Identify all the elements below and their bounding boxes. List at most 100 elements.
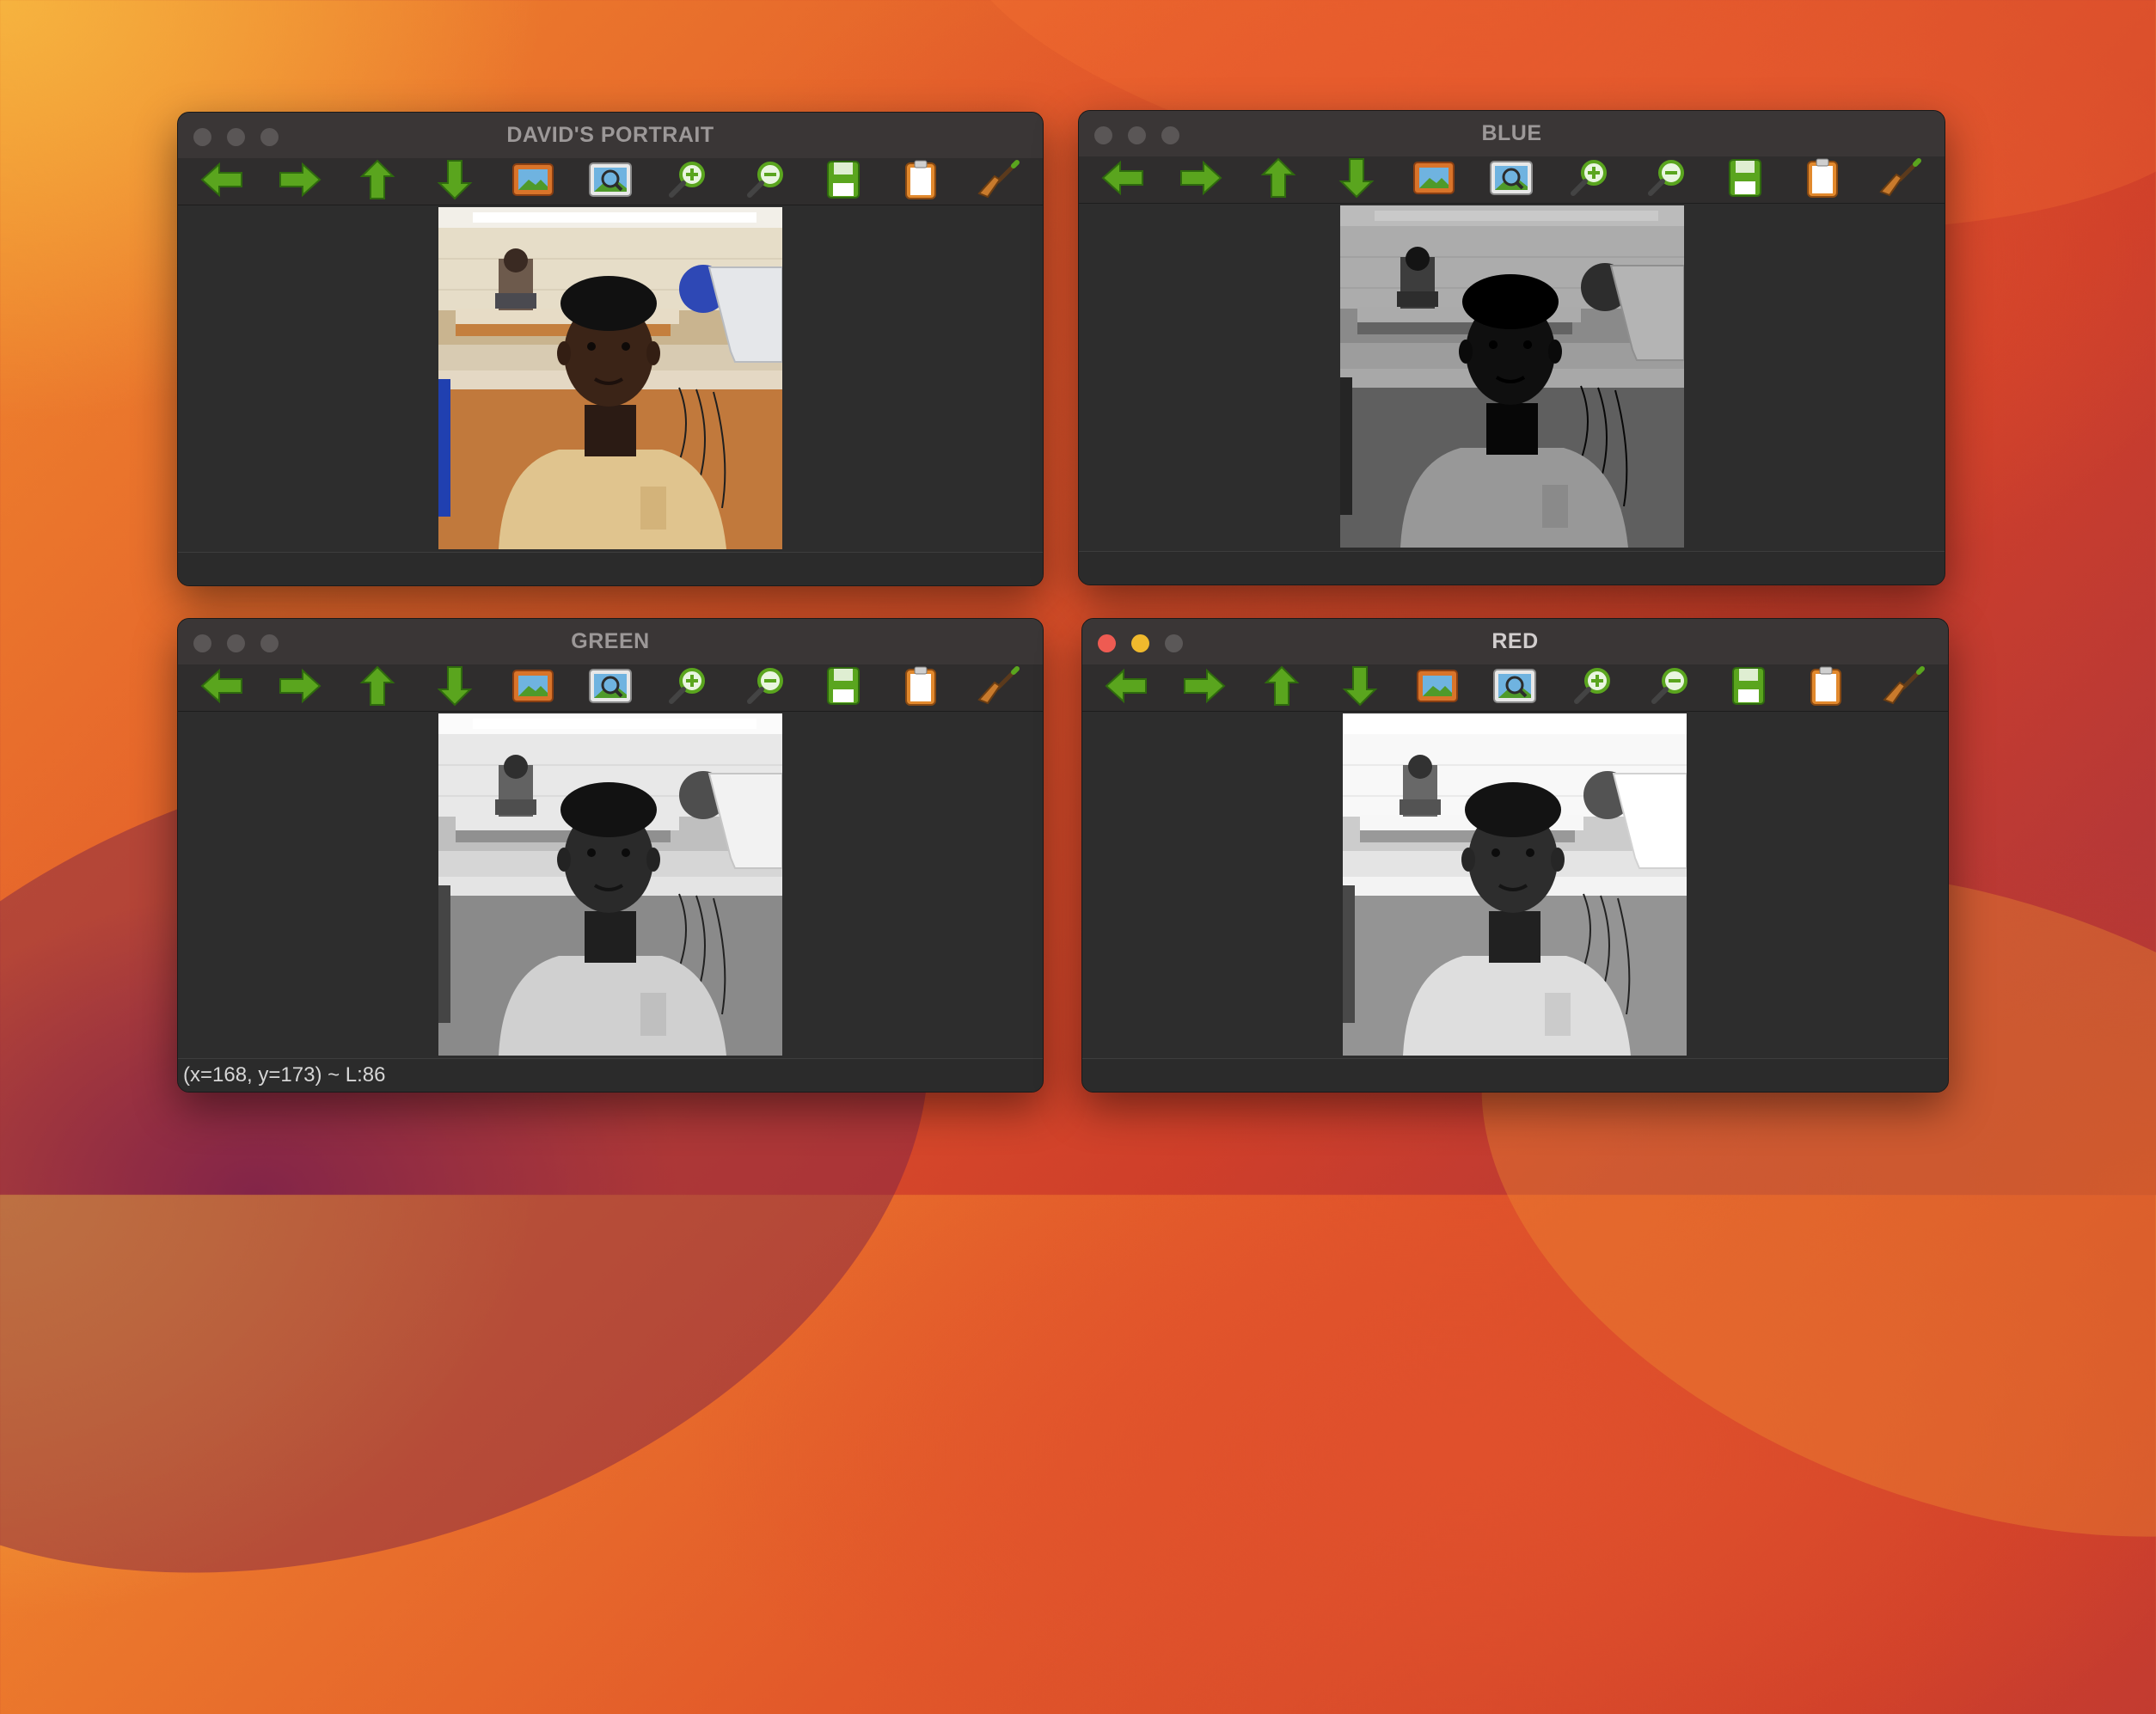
broom-icon xyxy=(1881,665,1927,711)
arrow-right-button[interactable] xyxy=(275,160,325,203)
clipboard-button[interactable] xyxy=(1801,666,1851,709)
red-channel-image xyxy=(1343,713,1687,1056)
title-bar[interactable]: RED xyxy=(1082,619,1948,665)
zoom-fit-button[interactable] xyxy=(1486,158,1536,201)
zoom-in-button[interactable] xyxy=(1565,158,1614,201)
arrow-up-button[interactable] xyxy=(1257,665,1307,711)
toolbar xyxy=(178,664,1043,712)
arrow-right-button[interactable] xyxy=(275,666,325,709)
arrow-down-button[interactable] xyxy=(1335,665,1385,711)
arrow-up-icon xyxy=(1255,157,1302,203)
status-bar xyxy=(1082,1058,1948,1092)
arrow-left-button[interactable] xyxy=(1098,158,1148,201)
window-title: RED xyxy=(1491,629,1539,653)
arrow-down-icon xyxy=(1337,665,1383,711)
arrow-right-button[interactable] xyxy=(1179,666,1229,709)
zoom-in-icon xyxy=(665,665,711,711)
clipboard-icon xyxy=(1803,665,1849,711)
portrait-image xyxy=(438,207,782,549)
title-bar[interactable]: DAVID'S PORTRAIT xyxy=(178,113,1043,159)
image-canvas[interactable] xyxy=(1079,204,1945,551)
clipboard-icon xyxy=(1799,157,1846,203)
image-button[interactable] xyxy=(1409,158,1459,201)
window-davids-portrait[interactable]: DAVID'S PORTRAIT xyxy=(177,112,1044,586)
save-button[interactable] xyxy=(1724,666,1773,709)
zoom-fit-icon xyxy=(587,665,634,711)
arrow-up-button[interactable] xyxy=(1253,157,1303,203)
window-green[interactable]: GREEN (x=168, y=173) ~ L:86 xyxy=(177,618,1044,1093)
image-canvas[interactable] xyxy=(1082,712,1948,1059)
save-button[interactable] xyxy=(818,666,868,709)
status-bar xyxy=(1079,551,1945,585)
image-icon xyxy=(510,665,556,711)
green-channel-image xyxy=(438,713,782,1056)
save-button[interactable] xyxy=(1720,158,1770,201)
arrow-left-icon xyxy=(1099,157,1146,203)
zoom-in-icon xyxy=(665,159,711,205)
image-canvas[interactable] xyxy=(178,205,1043,553)
clipboard-button[interactable] xyxy=(1798,158,1847,201)
status-bar: (x=168, y=173) ~ L:86 xyxy=(178,1058,1043,1092)
save-button[interactable] xyxy=(818,160,868,203)
portrait-scene xyxy=(1343,713,1687,1056)
arrow-right-icon xyxy=(277,665,323,711)
title-bar[interactable]: GREEN xyxy=(178,619,1043,665)
zoom-fit-button[interactable] xyxy=(585,160,635,203)
zoom-in-button[interactable] xyxy=(1568,666,1618,709)
arrow-down-button[interactable] xyxy=(430,159,480,205)
image-icon xyxy=(510,159,556,205)
image-icon xyxy=(1411,157,1457,203)
arrow-up-icon xyxy=(1259,665,1305,711)
arrow-up-button[interactable] xyxy=(352,665,402,709)
zoom-fit-icon xyxy=(1491,665,1538,711)
toolbar xyxy=(1079,156,1945,204)
window-blue[interactable]: BLUE xyxy=(1078,110,1945,585)
save-icon xyxy=(820,159,867,205)
clipboard-button[interactable] xyxy=(896,160,946,203)
broom-button[interactable] xyxy=(974,159,1024,203)
clipboard-button[interactable] xyxy=(896,666,946,709)
window-title: BLUE xyxy=(1481,121,1542,145)
arrow-left-button[interactable] xyxy=(197,160,247,203)
title-bar[interactable]: BLUE xyxy=(1079,111,1945,157)
arrow-left-button[interactable] xyxy=(197,666,247,709)
zoom-out-button[interactable] xyxy=(741,160,791,203)
window-title: DAVID'S PORTRAIT xyxy=(506,123,714,147)
window-red[interactable]: RED xyxy=(1081,618,1949,1093)
arrow-right-button[interactable] xyxy=(1176,158,1226,201)
broom-button[interactable] xyxy=(974,665,1024,709)
broom-button[interactable] xyxy=(1879,665,1929,711)
arrow-down-icon xyxy=(432,159,478,205)
zoom-out-button[interactable] xyxy=(1642,158,1692,201)
broom-button[interactable] xyxy=(1876,157,1926,203)
broom-icon xyxy=(1877,157,1924,203)
arrow-down-button[interactable] xyxy=(1332,157,1381,201)
zoom-out-button[interactable] xyxy=(1645,666,1695,709)
zoom-fit-icon xyxy=(587,159,634,205)
zoom-fit-button[interactable] xyxy=(1490,666,1540,709)
image-icon xyxy=(1414,665,1461,711)
zoom-out-button[interactable] xyxy=(741,666,791,709)
save-icon xyxy=(820,665,867,711)
image-canvas[interactable] xyxy=(178,712,1043,1059)
blue-channel-image xyxy=(1340,205,1684,548)
zoom-fit-button[interactable] xyxy=(585,666,635,709)
arrow-left-icon xyxy=(199,665,245,711)
portrait-scene xyxy=(438,207,782,549)
save-icon xyxy=(1722,157,1768,203)
zoom-in-button[interactable] xyxy=(663,666,713,709)
zoom-in-icon xyxy=(1566,157,1613,203)
arrow-down-button[interactable] xyxy=(430,665,480,709)
image-button[interactable] xyxy=(1412,666,1462,709)
image-button[interactable] xyxy=(508,666,558,709)
window-title: GREEN xyxy=(571,629,650,653)
clipboard-icon xyxy=(897,665,944,711)
arrow-left-button[interactable] xyxy=(1101,666,1151,709)
zoom-in-button[interactable] xyxy=(663,160,713,203)
portrait-scene xyxy=(438,713,782,1056)
zoom-fit-icon xyxy=(1488,157,1534,203)
arrow-up-button[interactable] xyxy=(352,159,402,203)
image-button[interactable] xyxy=(508,160,558,203)
zoom-in-icon xyxy=(1570,665,1616,711)
arrow-right-icon xyxy=(277,159,323,205)
